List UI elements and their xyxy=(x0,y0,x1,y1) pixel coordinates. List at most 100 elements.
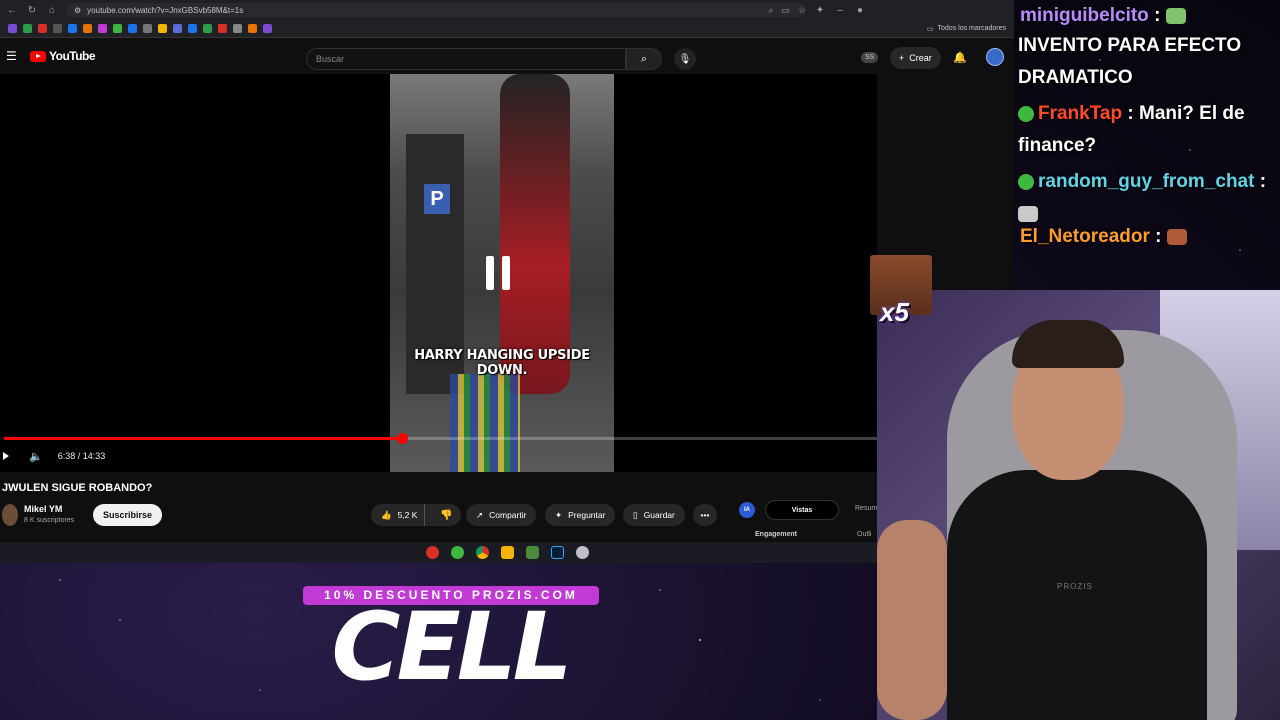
pause-icon[interactable] xyxy=(486,256,510,290)
bookmark-icon[interactable] xyxy=(158,24,167,33)
chat-message-text: INVENTO PARA EFECTO DRAMATICO xyxy=(1018,35,1242,88)
shirt-brand: PROZIS xyxy=(1057,582,1093,591)
taskbar xyxy=(0,542,1014,563)
streamer-body xyxy=(947,470,1207,720)
bookmark-icon[interactable] xyxy=(113,24,122,33)
search-button[interactable]: ⌕ xyxy=(626,48,662,70)
progress-bar[interactable] xyxy=(4,433,877,444)
search-input[interactable]: Buscar xyxy=(306,48,626,70)
browser-toolbar: ← ↻ ⌂ ⚙ youtube.com/watch?v=JnxGBSvb58M&… xyxy=(0,0,1014,20)
like-count: 5,2 K xyxy=(397,510,418,520)
engagement-label: Engagement xyxy=(755,531,798,538)
bookmark-icon[interactable] xyxy=(233,24,242,33)
bookmark-icon[interactable] xyxy=(83,24,92,33)
product-logo: CELL xyxy=(331,593,573,702)
like-button[interactable]: 👍 5,2 K xyxy=(371,504,426,526)
like-dislike-group: 👍 5,2 K 👎 xyxy=(371,504,461,526)
chrome-icon[interactable] xyxy=(475,546,489,559)
home-icon[interactable]: ⌂ xyxy=(46,5,58,16)
bookmark-icon[interactable] xyxy=(128,24,137,33)
time-display: 6:38 / 14:33 xyxy=(57,451,106,461)
bookmarks-folder[interactable]: ▭ Todos los marcadores xyxy=(927,25,1006,33)
extensions-icon[interactable]: ✦ xyxy=(814,5,826,16)
folder-icon: ▭ xyxy=(926,25,934,33)
more-actions-button[interactable]: ••• xyxy=(693,504,717,526)
profile-icon[interactable]: ● xyxy=(854,5,866,16)
streamer-hair xyxy=(1012,320,1124,368)
bookmark-icon[interactable] xyxy=(143,24,152,33)
taskbar-app-icon[interactable] xyxy=(425,546,439,559)
chat-message: El_Netoreador : xyxy=(1020,221,1187,253)
notifications-bell-icon[interactable]: 🔔 xyxy=(953,51,967,64)
site-info-icon[interactable]: ⚙ xyxy=(74,6,81,15)
video-player[interactable]: P HARRY HANGING UPSIDE DOWN. 🔈 6:38 / 14… xyxy=(0,74,877,472)
bookmark-icon[interactable] xyxy=(8,24,17,33)
zoom-icon[interactable]: ⌕ xyxy=(768,5,773,16)
play-icon[interactable] xyxy=(3,452,9,460)
progress-scrubber[interactable] xyxy=(397,433,409,444)
ask-button[interactable]: ✦ Preguntar xyxy=(545,504,616,526)
emote-icon xyxy=(1166,228,1187,245)
account-avatar[interactable] xyxy=(986,48,1004,66)
microphone-icon: 🎙 xyxy=(678,53,692,65)
youtube-logo[interactable]: YouTube xyxy=(30,49,96,63)
youtube-logo-text: YouTube xyxy=(49,49,96,63)
channel-subscribers: 8 K suscriptores xyxy=(24,517,75,524)
bookmark-icon[interactable] xyxy=(68,24,77,33)
bookmarks-bar: ▭ Todos los marcadores xyxy=(0,20,1014,38)
player-controls: 🔈 6:38 / 14:33 xyxy=(0,448,105,464)
chat-username: random_guy_from_chat xyxy=(1038,171,1255,192)
taskbar-app-icon[interactable] xyxy=(575,546,589,559)
channel-name[interactable]: Mikel YM xyxy=(24,504,62,514)
bookmark-icon[interactable] xyxy=(263,24,272,33)
tab-views[interactable]: Vistas xyxy=(765,500,839,520)
dislike-button[interactable]: 👎 xyxy=(431,510,461,521)
subscribe-button[interactable]: Suscribirse xyxy=(93,504,163,526)
subscriber-badge-icon xyxy=(1018,105,1034,122)
cast-icon[interactable]: ▭ xyxy=(781,5,790,16)
bookmark-star-icon[interactable]: ☆ xyxy=(798,5,806,16)
create-button[interactable]: + Crear xyxy=(890,47,941,69)
video-frame[interactable]: P HARRY HANGING UPSIDE DOWN. xyxy=(390,74,614,472)
bookmark-icon[interactable] xyxy=(173,24,182,33)
address-tools: ⌕ ▭ ☆ xyxy=(768,5,806,16)
bookmark-icon[interactable] xyxy=(203,24,212,33)
subscriber-badge-icon xyxy=(1018,173,1034,190)
video-title: JWULEN SIGUE ROBANDO? xyxy=(2,482,153,494)
bookmark-icon[interactable] xyxy=(23,24,32,33)
bookmark-icon[interactable] xyxy=(188,24,197,33)
back-icon[interactable]: ← xyxy=(6,5,18,16)
thumbs-down-icon: 👎 xyxy=(439,509,453,521)
chat-message: FrankTap : Mani? El de finance? xyxy=(1018,98,1280,162)
chat-separator: : xyxy=(1154,5,1166,26)
photoshop-icon[interactable] xyxy=(550,546,564,559)
address-bar[interactable]: ⚙ youtube.com/watch?v=JnxGBSvb58M&t=1s ⌕… xyxy=(66,3,806,17)
video-figure xyxy=(500,74,570,394)
volume-icon[interactable]: 🔈 xyxy=(29,450,43,463)
taskbar-app-icon[interactable] xyxy=(525,546,539,559)
webcam-feed: PROZIS xyxy=(877,290,1280,720)
bookmark-icon[interactable] xyxy=(53,24,62,33)
bookmark-icon[interactable] xyxy=(218,24,227,33)
folder-icon[interactable] xyxy=(500,546,514,559)
ia-icon[interactable]: IA xyxy=(739,502,755,518)
emote-icon xyxy=(1165,7,1186,24)
search-icon: ⌕ xyxy=(640,52,648,65)
menu-icon[interactable]: ☰ xyxy=(6,49,22,63)
chat-text: : xyxy=(1259,171,1267,192)
bookmarks-folder-label: Todos los marcadores xyxy=(937,25,1006,32)
taskbar-app-icon[interactable] xyxy=(450,546,464,559)
tab-summary[interactable]: Resum xyxy=(855,505,877,512)
window-minimize-icon[interactable]: – xyxy=(834,5,846,16)
voice-search-button[interactable]: 🎙 xyxy=(674,48,696,70)
bookmark-icon[interactable] xyxy=(98,24,107,33)
reload-icon[interactable]: ↻ xyxy=(26,5,38,16)
bookmark-icon[interactable] xyxy=(248,24,257,33)
channel-avatar[interactable] xyxy=(2,504,18,526)
extension-badge[interactable]: SS xyxy=(861,52,879,63)
save-button[interactable]: ▯ Guardar xyxy=(623,504,685,526)
bookmark-icon[interactable] xyxy=(38,24,47,33)
share-icon: ↗ xyxy=(476,509,484,520)
share-button[interactable]: ↗ Compartir xyxy=(466,504,537,526)
create-label: Crear xyxy=(909,53,932,63)
